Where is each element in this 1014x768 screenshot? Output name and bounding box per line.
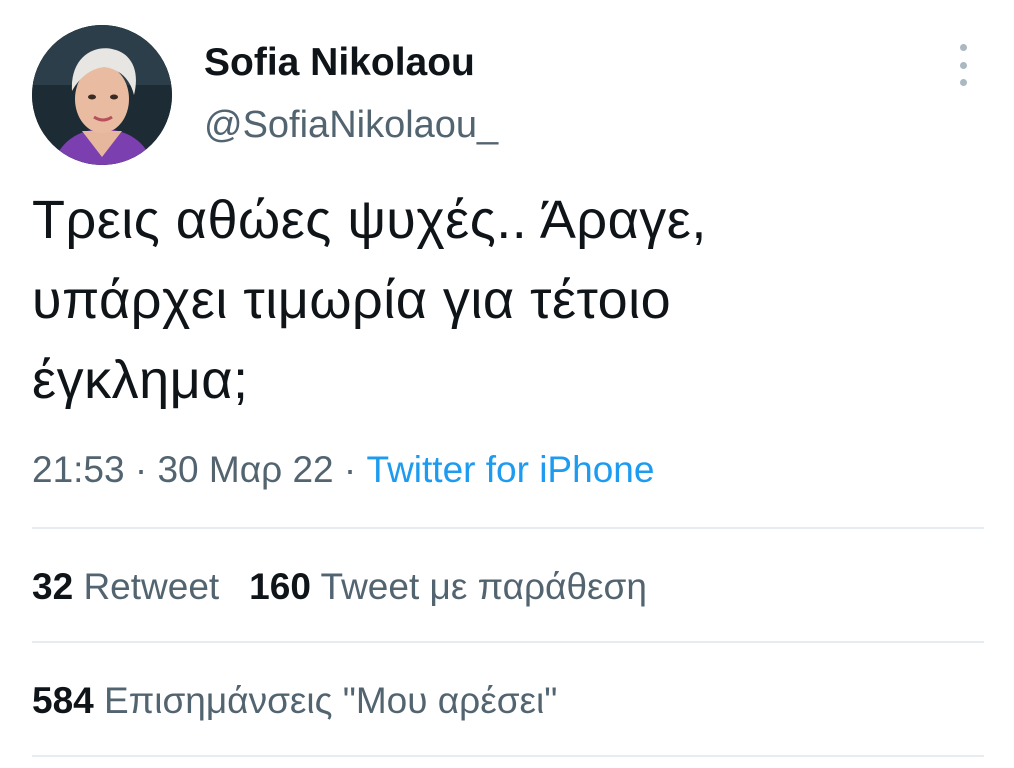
likes-stat[interactable]: 584 Επισημάνσεις "Μου αρέσει" — [32, 680, 557, 721]
avatar[interactable] — [32, 25, 172, 165]
more-dot — [959, 79, 967, 86]
retweets-count: 32 — [32, 566, 74, 607]
avatar-image — [32, 25, 172, 165]
tweet-date[interactable]: 30 Μαρ 22 — [157, 449, 333, 490]
tweet-source-link[interactable]: Twitter for iPhone — [367, 449, 655, 490]
author-display-name[interactable]: Sofia Nikolaou — [204, 40, 475, 86]
divider — [32, 527, 984, 529]
tweet-time[interactable]: 21:53 — [32, 449, 125, 490]
tweet-meta: 21:53 · 30 Μαρ 22 · Twitter for iPhone — [32, 448, 654, 492]
meta-separator: · — [333, 449, 367, 490]
tweet-text: Τρεις αθώες ψυχές.. Άραγε, υπάρχει τιμωρ… — [32, 190, 707, 410]
stats-row-likes: 584 Επισημάνσεις "Μου αρέσει" — [32, 679, 557, 723]
divider — [32, 755, 984, 757]
likes-count: 584 — [32, 680, 94, 721]
more-dot — [959, 44, 967, 51]
more-dot — [959, 61, 967, 69]
author-handle[interactable]: @SofiaNikolaou_ — [204, 103, 498, 147]
quote-tweets-stat[interactable]: 160 Tweet με παράθεση — [249, 566, 647, 607]
divider — [32, 641, 984, 643]
retweets-stat[interactable]: 32 Retweet — [32, 566, 219, 607]
quote-tweets-label: Tweet με παράθεση — [320, 566, 647, 607]
quote-tweets-count: 160 — [249, 566, 311, 607]
likes-label: Επισημάνσεις "Μου αρέσει" — [104, 680, 558, 721]
retweets-label: Retweet — [83, 566, 220, 607]
more-vertical-icon[interactable] — [948, 44, 978, 86]
stats-row-shares: 32 Retweet 160 Tweet με παράθεση — [32, 565, 647, 609]
meta-separator: · — [124, 449, 158, 490]
